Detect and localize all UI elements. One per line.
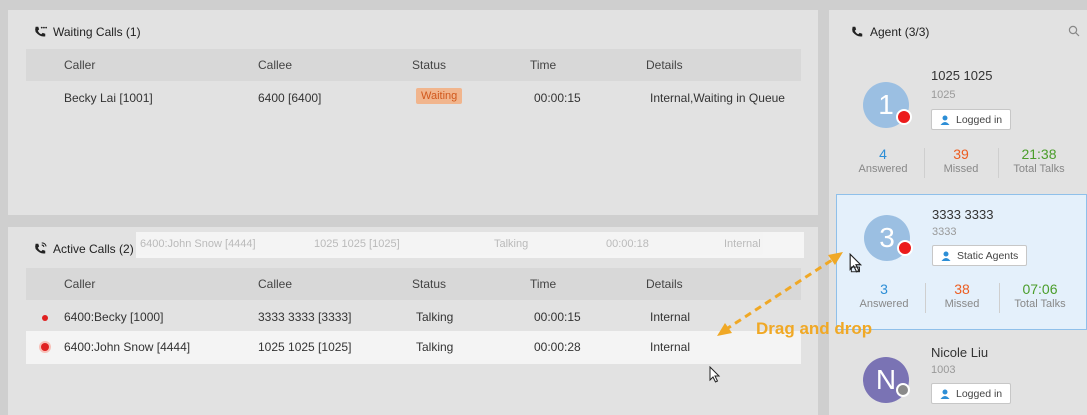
ghost-callee: 1025 1025 [1025] xyxy=(314,238,400,250)
agent-status-tag: Static Agents xyxy=(932,245,1028,266)
table-row-dragged[interactable]: 6400:John Snow [4444] 1025 1025 [1025] T… xyxy=(26,331,801,364)
status-cell: Talking xyxy=(416,340,454,354)
missed-stat: 38 Missed xyxy=(927,281,997,310)
agent-name: 1025 1025 xyxy=(931,68,993,83)
agent-panel-title: Agent (3/3) xyxy=(850,25,929,39)
agent-status-text: Static Agents xyxy=(957,249,1019,262)
header-status: Status xyxy=(412,58,447,72)
agent-card-highlighted[interactable]: 3 3333 3333 3333 Static Agents 3 Answere… xyxy=(836,194,1087,330)
agent-status-text: Logged in xyxy=(956,387,1003,400)
header-callee: Callee xyxy=(258,58,293,72)
agent-ext: 3333 xyxy=(932,226,957,238)
talks-stat: 21:38 Total Talks xyxy=(1004,146,1074,175)
avatar-initial: 1 xyxy=(878,89,894,120)
header-caller: Caller xyxy=(64,58,96,72)
missed-value: 39 xyxy=(953,146,969,162)
cursor-icon xyxy=(849,253,863,273)
phone-waiting-icon xyxy=(35,26,47,37)
recording-dot xyxy=(41,343,49,351)
table-row[interactable]: 6400:Becky [1000] 3333 3333 [3333] Talki… xyxy=(26,301,801,334)
phone-active-icon xyxy=(35,242,47,254)
stat-divider xyxy=(925,283,926,313)
talks-label: Total Talks xyxy=(1014,298,1066,310)
talks-value: 21:38 xyxy=(1021,146,1057,162)
active-calls-title-text: Active Calls (2) xyxy=(53,242,134,256)
agent-status-tag: Logged in xyxy=(931,383,1012,404)
header-status: Status xyxy=(412,277,447,291)
time-cell: 00:00:15 xyxy=(534,91,581,105)
status-badge: Waiting xyxy=(416,88,463,104)
header-time: Time xyxy=(530,277,557,291)
status-dot xyxy=(896,383,910,397)
avatar-initial: N xyxy=(875,364,897,395)
active-table-header: Caller Callee Status Time Details xyxy=(26,268,801,300)
waiting-calls-title-text: Waiting Calls (1) xyxy=(53,25,141,39)
status-cell: Talking xyxy=(416,310,454,324)
cursor-icon xyxy=(709,366,721,383)
agent-card[interactable]: 1 1025 1025 1025 Logged in 4 Answered 39… xyxy=(836,54,1087,185)
talks-label: Total Talks xyxy=(1013,163,1065,175)
header-time: Time xyxy=(530,58,557,72)
missed-stat: 39 Missed xyxy=(926,146,996,175)
user-icon xyxy=(941,251,951,261)
agent-panel-title-text: Agent (3/3) xyxy=(870,25,930,39)
status-dot xyxy=(896,109,912,125)
header-callee: Callee xyxy=(258,277,293,291)
active-calls-title: Active Calls (2) xyxy=(33,242,134,256)
agent-ext: 1003 xyxy=(931,364,956,376)
phone-icon xyxy=(852,26,863,37)
missed-value: 38 xyxy=(954,281,970,297)
agent-card[interactable]: N Nicole Liu 1003 Logged in xyxy=(836,333,1087,415)
missed-label: Missed xyxy=(944,298,980,310)
avatar-initial: 3 xyxy=(879,222,895,253)
missed-label: Missed xyxy=(943,163,979,175)
status-dot xyxy=(897,240,913,256)
agent-status-tag: Logged in xyxy=(931,109,1012,130)
talks-value: 07:06 xyxy=(1022,281,1058,297)
drag-and-drop-label: Drag and drop xyxy=(756,319,873,338)
header-details: Details xyxy=(646,58,683,72)
header-caller: Caller xyxy=(64,277,96,291)
waiting-table-header: Caller Callee Status Time Details xyxy=(26,49,801,81)
answered-stat: 4 Answered xyxy=(848,146,918,175)
stat-divider xyxy=(998,148,999,178)
agent-name: 3333 3333 xyxy=(932,207,994,222)
user-icon xyxy=(940,115,950,125)
user-icon xyxy=(940,389,950,399)
talks-stat: 07:06 Total Talks xyxy=(1005,281,1075,310)
answered-label: Answered xyxy=(858,163,908,175)
answered-value: 4 xyxy=(879,146,887,162)
recording-dot xyxy=(42,315,48,321)
callee-cell: 6400 [6400] xyxy=(258,91,322,105)
table-row[interactable]: Becky Lai [1001] 6400 [6400] Waiting 00:… xyxy=(26,82,801,115)
caller-cell: 6400:John Snow [4444] xyxy=(64,340,191,354)
agent-ext: 1025 xyxy=(931,89,956,101)
ghost-time: 00:00:18 xyxy=(606,238,649,250)
caller-cell: Becky Lai [1001] xyxy=(64,91,153,105)
details-cell: Internal xyxy=(650,340,691,354)
header-details: Details xyxy=(646,277,683,291)
agent-name: Nicole Liu xyxy=(931,345,989,360)
details-cell: Internal,Waiting in Queue xyxy=(650,91,785,105)
search-icon[interactable] xyxy=(1068,25,1080,37)
waiting-calls-title: Waiting Calls (1) xyxy=(33,25,141,39)
details-cell: Internal xyxy=(650,310,691,324)
time-cell: 00:00:28 xyxy=(534,340,581,354)
time-cell: 00:00:15 xyxy=(534,310,581,324)
stat-divider xyxy=(999,283,1000,313)
agent-status-text: Logged in xyxy=(956,113,1003,126)
ghost-caller: 6400:John Snow [4444] xyxy=(140,238,256,250)
stat-divider xyxy=(924,148,925,178)
ghost-status: Talking xyxy=(494,238,529,250)
callee-cell: 3333 3333 [3333] xyxy=(258,310,352,324)
caller-cell: 6400:Becky [1000] xyxy=(64,310,164,324)
callee-cell: 1025 1025 [1025] xyxy=(258,340,352,354)
